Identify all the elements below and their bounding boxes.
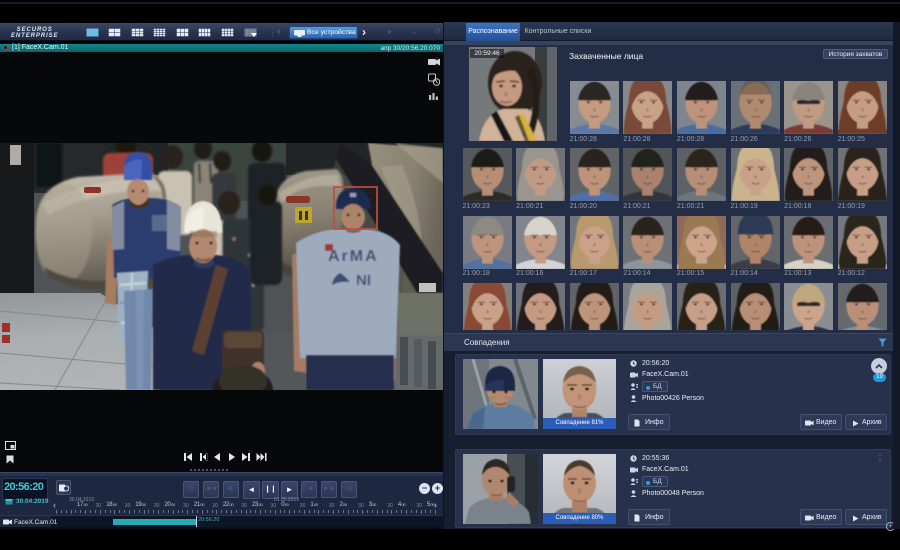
svg-text:ArMA: ArMA [328, 248, 379, 265]
svg-text:NI: NI [356, 272, 371, 289]
